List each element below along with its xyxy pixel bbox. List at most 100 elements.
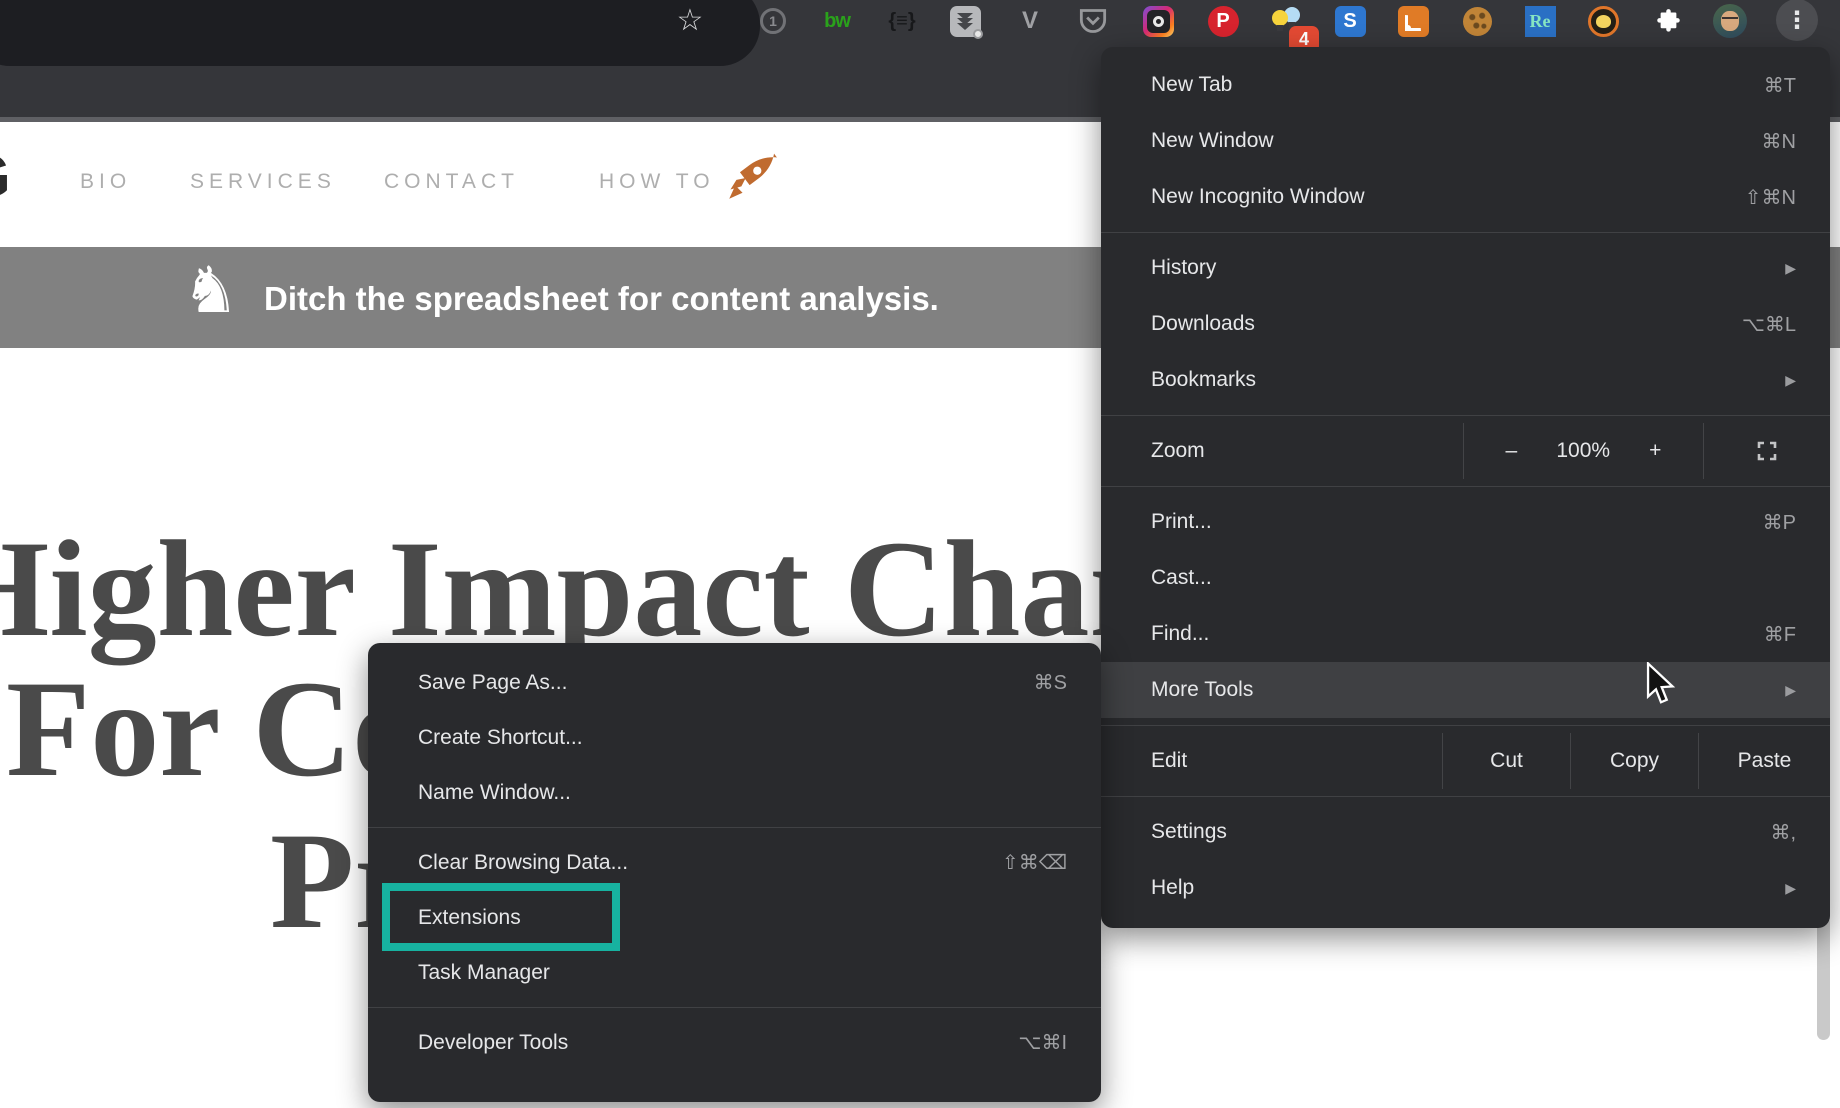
chevron-stack-icon [950, 6, 981, 37]
extension-checklist-icon[interactable] [948, 4, 982, 38]
banner-text: Ditch the spreadsheet for content analys… [264, 280, 939, 318]
submenu-arrow-icon: ▶ [1785, 260, 1796, 277]
pinterest-p-icon: P [1208, 6, 1239, 37]
menu-item-edit: Edit Cut Copy Paste [1101, 733, 1830, 789]
nav-bio[interactable]: BIO [80, 170, 131, 194]
submenu-item-clear-browsing-data[interactable]: Clear Browsing Data... ⇧⌘⌫ [368, 835, 1101, 890]
menu-separator [1101, 486, 1830, 487]
shortcut: ⌘F [1764, 622, 1796, 647]
fullscreen-button[interactable] [1704, 423, 1830, 479]
menu-item-help[interactable]: Help ▶ [1101, 860, 1830, 916]
menu-item-settings[interactable]: Settings ⌘, [1101, 804, 1830, 860]
profile-avatar[interactable] [1713, 4, 1747, 38]
page-scrollbar-thumb[interactable] [1817, 916, 1830, 1040]
menu-item-print[interactable]: Print... ⌘P [1101, 494, 1830, 550]
more-tools-submenu: Save Page As... ⌘S Create Shortcut... Na… [368, 643, 1101, 1102]
menu-label: New Tab [1151, 73, 1232, 97]
extensions-puzzle-button[interactable] [1651, 4, 1685, 38]
shortcut: ⇧⌘N [1745, 185, 1796, 210]
menu-item-more-tools[interactable]: More Tools ▶ [1101, 662, 1830, 718]
menu-label: Name Window... [418, 781, 571, 805]
menu-label: Find... [1151, 622, 1209, 646]
menu-item-bookmarks[interactable]: Bookmarks ▶ [1101, 352, 1830, 408]
braces-glyph: {≡} [888, 10, 915, 33]
extension-re-icon[interactable]: Re [1523, 4, 1557, 38]
page-heading-line2: For Co [6, 660, 421, 798]
screen: ☆ 1 bw {≡} V P [0, 0, 1840, 1108]
menu-item-new-tab[interactable]: New Tab ⌘T [1101, 57, 1830, 113]
submenu-arrow-icon: ▶ [1785, 372, 1796, 389]
extension-braces-icon[interactable]: {≡} [885, 4, 919, 38]
menu-item-downloads[interactable]: Downloads ⌥⌘L [1101, 296, 1830, 352]
submenu-arrow-icon: ▶ [1785, 682, 1796, 699]
menu-separator [1101, 725, 1830, 726]
chrome-menu: New Tab ⌘T New Window ⌘N New Incognito W… [1101, 47, 1830, 928]
menu-label: Cast... [1151, 566, 1212, 590]
edit-paste-button[interactable]: Paste [1698, 733, 1830, 789]
kebab-menu-icon: ⋮ [1785, 6, 1809, 35]
menu-label: Clear Browsing Data... [418, 851, 628, 875]
shortcut: ⇧⌘⌫ [1002, 850, 1067, 875]
menu-item-new-incognito-window[interactable]: New Incognito Window ⇧⌘N [1101, 169, 1830, 225]
menu-label: Downloads [1151, 312, 1255, 336]
rocket-icon [722, 148, 780, 211]
menu-label: Settings [1151, 820, 1227, 844]
menu-item-new-window[interactable]: New Window ⌘N [1101, 113, 1830, 169]
extension-lion-icon[interactable] [1586, 4, 1620, 38]
submenu-item-name-window[interactable]: Name Window... [368, 765, 1101, 820]
menu-label: New Incognito Window [1151, 185, 1365, 209]
submenu-arrow-icon: ▶ [1785, 880, 1796, 897]
lion-ring-icon [1588, 6, 1619, 37]
extension-s-icon[interactable]: S [1333, 4, 1367, 38]
rss-icon [1398, 6, 1429, 37]
extension-cookie-icon[interactable] [1460, 4, 1494, 38]
s-glyph: S [1335, 6, 1366, 37]
submenu-item-save-page-as[interactable]: Save Page As... ⌘S [368, 655, 1101, 710]
menu-label: History [1151, 256, 1216, 280]
submenu-item-developer-tools[interactable]: Developer Tools ⌥⌘I [368, 1015, 1101, 1070]
site-logo-partial[interactable]: G [0, 142, 11, 211]
menu-separator [368, 1007, 1101, 1008]
menu-label: New Window [1151, 129, 1274, 153]
url-bar[interactable] [0, 0, 760, 66]
edit-copy-button[interactable]: Copy [1570, 733, 1698, 789]
extension-v-icon[interactable]: V [1013, 4, 1047, 38]
menu-item-find[interactable]: Find... ⌘F [1101, 606, 1830, 662]
circle-badge-icon: 1 [760, 8, 786, 34]
nav-how-to[interactable]: HOW TO [599, 170, 715, 194]
menu-item-history[interactable]: History ▶ [1101, 240, 1830, 296]
extension-rss-icon[interactable] [1396, 4, 1430, 38]
browser-menu-button[interactable]: ⋮ [1776, 0, 1818, 41]
edit-cut-button[interactable]: Cut [1442, 733, 1570, 789]
menu-label: Print... [1151, 510, 1212, 534]
shortcut: ⌘S [1034, 670, 1067, 695]
menu-label: Developer Tools [418, 1031, 568, 1055]
edit-label: Edit [1101, 733, 1442, 789]
extension-pocket-icon[interactable] [1076, 4, 1110, 38]
extension-circle1-icon[interactable]: 1 [756, 4, 790, 38]
extension-camera-icon[interactable] [1141, 4, 1175, 38]
menu-separator [368, 827, 1101, 828]
zoom-level: 100% [1556, 439, 1610, 463]
shortcut: ⌘N [1762, 129, 1796, 154]
menu-item-zoom: Zoom – 100% + [1101, 423, 1830, 479]
extension-bw-icon[interactable]: bw [820, 4, 854, 38]
avatar [1713, 4, 1747, 38]
nav-contact[interactable]: CONTACT [384, 170, 519, 194]
nav-services[interactable]: SERVICES [190, 170, 336, 194]
shortcut: ⌥⌘I [1018, 1030, 1067, 1055]
extension-pinterest-icon[interactable]: P [1206, 4, 1240, 38]
mouse-cursor [1645, 662, 1677, 713]
menu-label: Help [1151, 876, 1194, 900]
menu-label: More Tools [1151, 678, 1253, 702]
puzzle-icon [1655, 8, 1682, 35]
zoom-in-button[interactable]: + [1649, 439, 1661, 463]
bookmark-star-icon[interactable]: ☆ [672, 2, 708, 38]
menu-separator [1101, 796, 1830, 797]
zoom-out-button[interactable]: – [1506, 439, 1518, 463]
submenu-item-task-manager[interactable]: Task Manager [368, 945, 1101, 1000]
submenu-item-create-shortcut[interactable]: Create Shortcut... [368, 710, 1101, 765]
menu-item-cast[interactable]: Cast... [1101, 550, 1830, 606]
extensions-highlight-box [382, 883, 620, 951]
bw-glyph: bw [824, 10, 850, 33]
